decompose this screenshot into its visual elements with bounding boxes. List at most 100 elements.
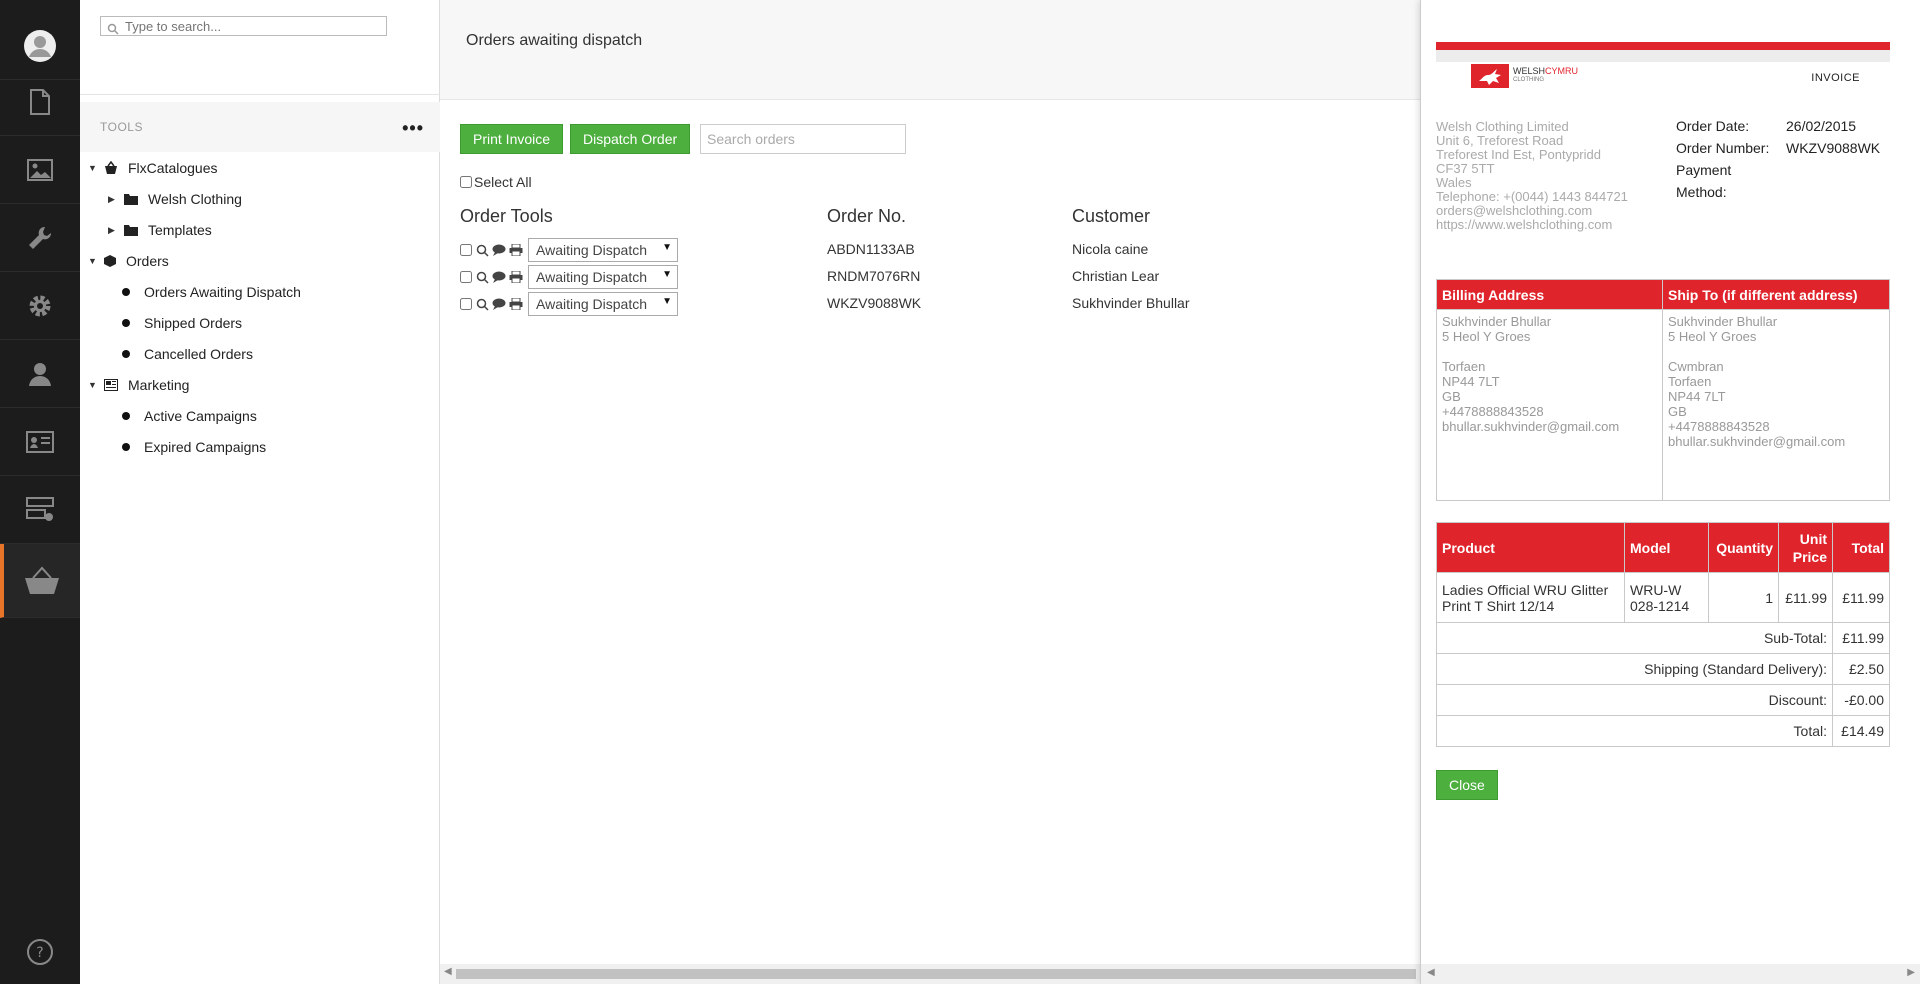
help-icon[interactable]: ? — [0, 938, 80, 966]
comment-icon[interactable] — [492, 271, 506, 283]
address-line — [1442, 344, 1657, 359]
more-options-icon[interactable]: ••• — [402, 118, 424, 139]
scroll-left-icon[interactable]: ◀ — [1427, 967, 1435, 978]
tree-label: Active Campaigns — [144, 408, 257, 424]
tree-item-welsh-clothing[interactable]: ▶ Welsh Clothing — [108, 188, 242, 210]
scrollbar-thumb[interactable] — [456, 969, 1416, 979]
select-all[interactable]: Select All — [460, 174, 532, 190]
customer-name: Nicola caine — [1072, 241, 1149, 257]
order-tools: Awaiting Dispatch ▼ — [460, 264, 678, 290]
comment-icon[interactable] — [492, 298, 506, 310]
tree-label: Welsh Clothing — [148, 191, 242, 207]
comment-icon[interactable] — [492, 244, 506, 256]
logo-welsh: WELSH — [1513, 66, 1546, 76]
caret-down-icon[interactable]: ▼ — [88, 163, 98, 173]
page-header: Orders awaiting dispatch — [440, 0, 1420, 100]
print-icon[interactable] — [509, 271, 523, 283]
caret-right-icon[interactable]: ▶ — [108, 194, 118, 205]
total-label: Total: — [1436, 715, 1833, 747]
discount-value: -£0.00 — [1832, 684, 1890, 716]
col-quantity: Quantity — [1708, 522, 1779, 573]
col-unit-price: Unit Price — [1778, 522, 1833, 573]
address-line: bhullar.sukhvinder@gmail.com — [1442, 419, 1620, 434]
scroll-left-icon[interactable]: ◀ — [444, 966, 452, 977]
tree-item-active-campaigns[interactable]: Active Campaigns — [122, 405, 257, 427]
item-row: Ladies Official WRU Glitter Print T Shir… — [1436, 572, 1890, 623]
print-icon[interactable] — [509, 244, 523, 256]
company-address: Welsh Clothing Limited Unit 6, Treforest… — [1436, 120, 1676, 280]
tree-item-orders-awaiting-dispatch[interactable]: Orders Awaiting Dispatch — [122, 281, 301, 303]
tree-label: Marketing — [128, 377, 190, 393]
status-select[interactable]: Awaiting Dispatch ▼ — [528, 292, 678, 316]
zoom-icon[interactable] — [476, 271, 489, 284]
zoom-icon[interactable] — [476, 244, 489, 257]
select-all-checkbox[interactable] — [460, 176, 472, 188]
image-icon[interactable] — [0, 136, 80, 204]
status-select[interactable]: Awaiting Dispatch ▼ — [528, 265, 678, 289]
zoom-icon[interactable] — [476, 298, 489, 311]
caret-right-icon[interactable]: ▶ — [108, 225, 118, 236]
shipping-row: Shipping (Standard Delivery): £2.50 — [1436, 653, 1890, 685]
search-orders-input[interactable] — [700, 124, 906, 154]
order-checkbox[interactable] — [460, 298, 472, 310]
item-unit-price: £11.99 — [1778, 572, 1833, 623]
tools-search-field[interactable] — [100, 16, 387, 36]
id-card-icon[interactable] — [0, 408, 80, 476]
column-header-tools: Order Tools — [460, 206, 553, 226]
icon-rail: ? — [0, 0, 80, 984]
tree-item-expired-campaigns[interactable]: Expired Campaigns — [122, 436, 266, 458]
invoice-grey-bar — [1436, 50, 1890, 62]
address-line: Sukhvinder Bhullar — [1668, 314, 1778, 329]
discount-label: Discount: — [1436, 684, 1833, 716]
welsh-cymru-logo: WELSHCYMRU CLOTHING — [1471, 64, 1578, 88]
folder-icon — [124, 224, 138, 236]
print-invoice-button[interactable]: Print Invoice — [460, 124, 564, 154]
tree-item-templates[interactable]: ▶ Templates — [108, 219, 212, 241]
order-row[interactable]: Awaiting Dispatch ▼ ABDN1133AB Nicola ca… — [460, 237, 1420, 264]
ship-to-address: Sukhvinder Bhullar 5 Heol Y Groes Cwmbra… — [1662, 309, 1890, 501]
tree-label: Shipped Orders — [144, 315, 243, 331]
invoice-horizontal-scrollbar[interactable]: ◀ ▶ — [1421, 964, 1920, 984]
basket-icon[interactable] — [0, 544, 80, 618]
tools-search-input[interactable] — [101, 17, 386, 35]
main-horizontal-scrollbar[interactable]: ◀ — [440, 964, 1420, 984]
caret-down-icon[interactable]: ▼ — [88, 380, 98, 390]
user-icon[interactable] — [0, 340, 80, 408]
address-line: bhullar.sukhvinder@gmail.com — [1668, 434, 1846, 449]
order-checkbox[interactable] — [460, 271, 472, 283]
payment-label: Payment — [1676, 162, 1732, 178]
scroll-right-icon[interactable]: ▶ — [1907, 967, 1915, 978]
folder-icon — [124, 193, 138, 205]
server-icon[interactable] — [0, 476, 80, 544]
order-checkbox[interactable] — [460, 244, 472, 256]
order-number-label: Order Number: — [1676, 140, 1770, 156]
column-header-order-no: Order No. — [827, 206, 907, 226]
logo-sub: CLOTHING — [1513, 77, 1545, 83]
items-table: Product Model Quantity Unit Price Total L… — [1436, 522, 1890, 747]
order-meta: Order Date: 26/02/2015 Order Number: WKZV9… — [1676, 118, 1890, 206]
col-unit: Unit — [1799, 530, 1827, 547]
order-number: WKZV9088WK — [827, 295, 922, 311]
catalogue-icon — [104, 161, 118, 175]
address-line: GB — [1668, 404, 1687, 419]
company-line: Unit 6, Treforest Road — [1436, 133, 1564, 148]
item-total: £11.99 — [1832, 572, 1890, 623]
status-select[interactable]: Awaiting Dispatch ▼ — [528, 238, 678, 262]
order-row[interactable]: Awaiting Dispatch ▼ RNDM7076RN Christian… — [460, 264, 1420, 291]
logo-cymru: CYMRU — [1545, 66, 1579, 76]
print-icon[interactable] — [509, 298, 523, 310]
dispatch-order-button[interactable]: Dispatch Order — [570, 124, 691, 154]
close-button[interactable]: Close — [1436, 770, 1498, 800]
gear-icon[interactable] — [0, 272, 80, 340]
wrench-icon[interactable] — [0, 204, 80, 272]
status-value: Awaiting Dispatch — [536, 242, 648, 258]
order-row[interactable]: Awaiting Dispatch ▼ WKZV9088WK Sukhvinde… — [460, 291, 1420, 318]
order-number: ABDN1133AB — [827, 241, 915, 257]
document-icon[interactable] — [0, 68, 80, 136]
tree-item-flxcatalogues[interactable]: ▼ FlxCatalogues — [88, 157, 218, 179]
caret-down-icon[interactable]: ▼ — [88, 256, 98, 266]
tree-item-cancelled-orders[interactable]: Cancelled Orders — [122, 343, 253, 365]
tree-item-orders[interactable]: ▼ Orders — [88, 250, 169, 272]
tree-item-shipped-orders[interactable]: Shipped Orders — [122, 312, 242, 334]
tree-item-marketing[interactable]: ▼ Marketing — [88, 374, 189, 396]
